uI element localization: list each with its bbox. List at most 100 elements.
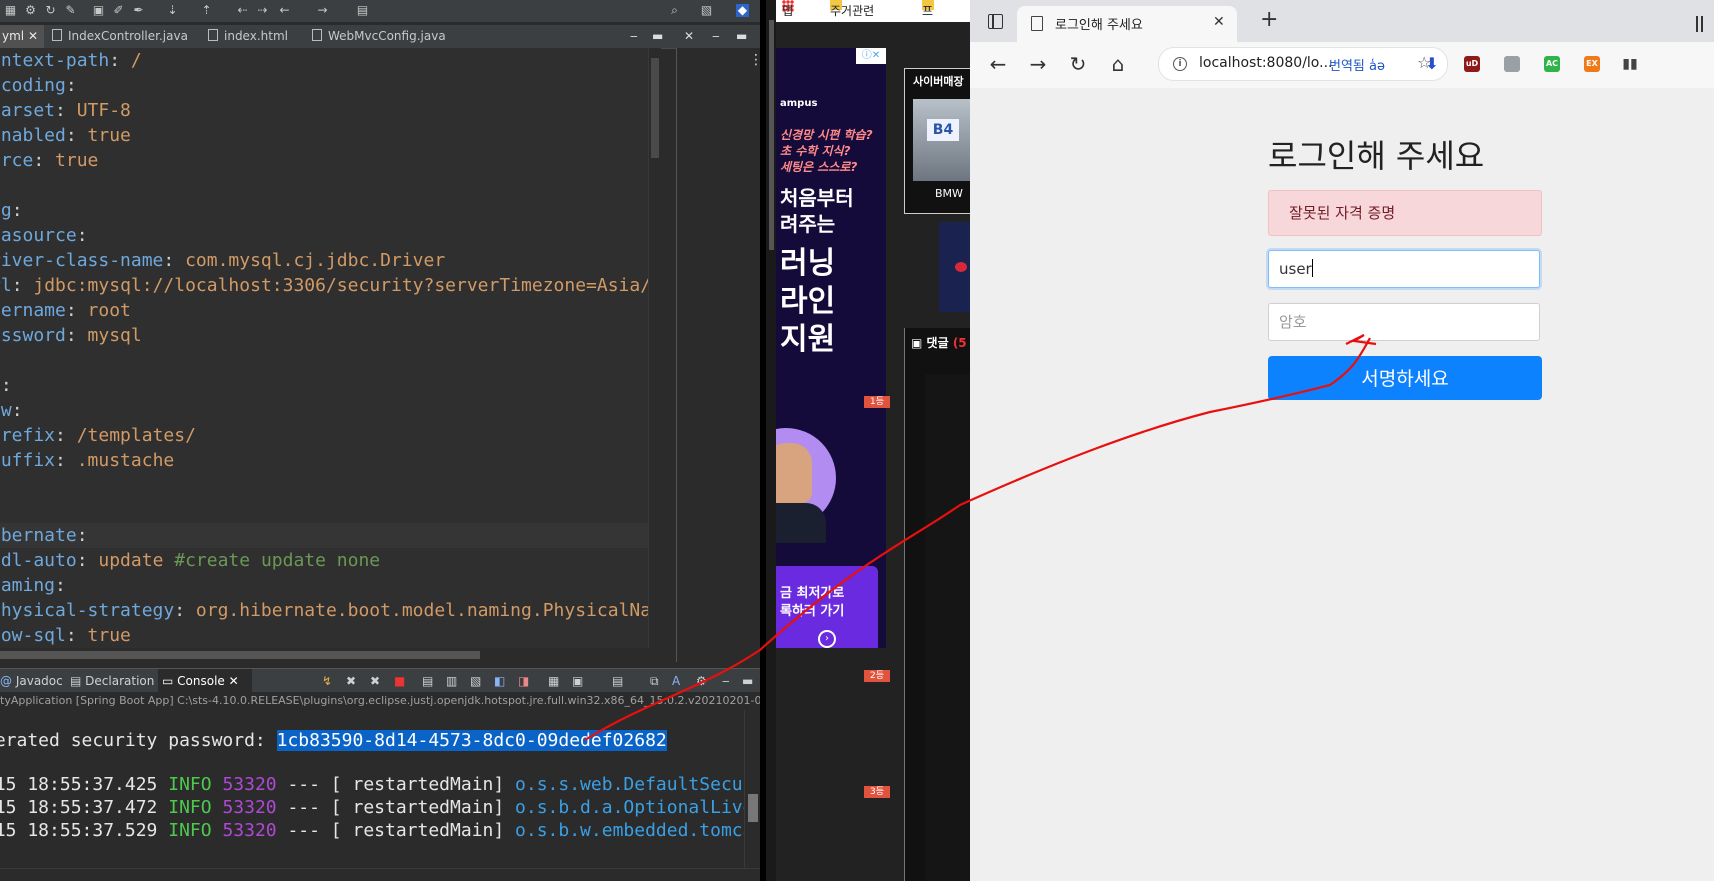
more-menu-icon[interactable]: ⋮ [749, 52, 760, 68]
ublock-icon[interactable]: uD [1464, 56, 1480, 72]
show-stdout-icon[interactable]: ◧ [494, 669, 505, 693]
relaunch-icon[interactable]: ↯ [322, 669, 332, 693]
colon: : [65, 625, 77, 646]
promo-card[interactable] [939, 222, 970, 312]
page-scrollbar[interactable] [766, 0, 776, 881]
tab-application-yml[interactable]: yml ✕ [0, 25, 44, 48]
tab-index-html[interactable]: index.html [208, 25, 288, 48]
password-line: nerated security password: 1cb83590-8d14… [0, 728, 667, 754]
tab-webmvcconfig[interactable]: WebMvcConfig.java [312, 25, 446, 48]
minimize-icon[interactable]: ‒ [630, 29, 638, 43]
maximize-icon[interactable]: ▬ [736, 29, 747, 43]
code-line: how-sql: true [0, 623, 131, 648]
console-vertical-scrollbar[interactable] [744, 710, 760, 868]
password-input[interactable]: 암호 [1268, 303, 1540, 341]
generated-password[interactable]: 1cb83590-8d14-4573-8dc0-09dedef02682 [276, 730, 667, 751]
sign-in-button[interactable]: 서명하세요 [1268, 356, 1542, 400]
log-pid: 53320 [222, 820, 277, 841]
toolbar-pin-icon[interactable]: ▤ [356, 4, 369, 17]
close-icon[interactable]: ✕ [28, 29, 38, 43]
minimize-icon[interactable]: ‒ [712, 29, 720, 43]
settings-gear-icon[interactable]: ⚙ [696, 669, 707, 693]
code-line: naming: [0, 573, 66, 598]
scroll-thumb[interactable] [0, 651, 480, 659]
maximize-icon[interactable]: ▬ [652, 29, 663, 43]
forward-arrow-icon[interactable]: → [1026, 52, 1050, 76]
toolbar-tools-icon[interactable]: ✎ [64, 4, 77, 17]
scroll-lock-icon[interactable]: ▥ [446, 669, 457, 693]
colon: : [65, 125, 77, 146]
toolbar-folder-icon[interactable]: ▣ [92, 4, 105, 17]
scroll-thumb[interactable] [748, 794, 758, 822]
toolbar-last-edit-icon[interactable]: ⇠ [236, 4, 249, 17]
ad-text: 처음부터 [780, 186, 854, 210]
scroll-thumb[interactable] [769, 20, 774, 250]
copy-icon[interactable]: ⧉ [650, 669, 659, 693]
remove-launch-icon[interactable]: ✖ [346, 669, 356, 693]
remove-all-icon[interactable]: ✖ [370, 669, 380, 693]
toolbar-next-annotation-icon[interactable]: ⇣ [166, 4, 179, 17]
yaml-key: sername [0, 300, 66, 321]
close-icon[interactable]: ✕ [1213, 14, 1225, 30]
show-stderr-icon[interactable]: ◨ [518, 669, 529, 693]
tab-console[interactable]: ▭ Console ✕ [158, 669, 252, 693]
back-arrow-icon[interactable]: ← [986, 52, 1010, 76]
console-output[interactable]: nerated security password: 1cb83590-8d14… [0, 710, 744, 870]
console-horizontal-scrollbar[interactable] [0, 868, 760, 881]
open-console-icon[interactable]: ▤ [612, 669, 623, 693]
close-icon[interactable]: ✕ [684, 29, 694, 43]
browser-tab[interactable]: 로그인해 주세요 ✕ [1017, 6, 1237, 42]
minimize-icon[interactable]: ‒ [722, 669, 730, 693]
yaml-value: com.mysql.cj.jdbc.Driver [174, 250, 446, 271]
ad-banner[interactable]: ⓘ✕ ampus 신경망 시편 학습? 초 수학 지식? 세팅은 스스로? 처음… [776, 48, 886, 648]
info-icon[interactable]: i [1173, 57, 1187, 71]
toolbar-brush-icon[interactable]: ✒ [132, 4, 145, 17]
toolbar-back-icon[interactable]: ← [278, 4, 291, 17]
colon: : [76, 225, 88, 246]
toolbar-forward-icon[interactable]: → [316, 4, 329, 17]
tab-indexcontroller[interactable]: IndexController.java [52, 25, 188, 48]
more-extensions-icon[interactable]: ▮▮ [1622, 56, 1638, 72]
maximize-icon[interactable]: ▬ [742, 669, 753, 693]
translate-indicator[interactable]: 번역됨 a͑ə [1329, 55, 1385, 74]
url-text[interactable]: localhost:8080/lo... [1199, 55, 1332, 71]
download-arrow-icon[interactable]: ⬇ [1424, 56, 1440, 72]
clear-console-icon[interactable]: ▤ [422, 669, 433, 693]
ansi-icon[interactable]: A [672, 669, 680, 693]
card-caption: BMW [935, 187, 963, 200]
workspaces-icon[interactable] [988, 14, 1003, 29]
home-icon[interactable]: ⌂ [1106, 52, 1130, 76]
ex-ext-icon[interactable]: EX [1584, 56, 1600, 72]
ac-ext-icon[interactable]: AC [1544, 56, 1560, 72]
editor-vertical-scrollbar[interactable] [648, 48, 661, 648]
search-icon[interactable]: ⌕ [668, 4, 681, 17]
toolbar-edit-icon[interactable]: ✐ [112, 4, 125, 17]
new-tab-icon[interactable]: + [1260, 8, 1278, 32]
toolbar-forward-edit-icon[interactable]: ⇢ [256, 4, 269, 17]
perspective-icon[interactable]: ▧ [700, 4, 713, 17]
username-input[interactable]: user [1268, 250, 1540, 288]
toolbar-prev-annotation-icon[interactable]: ⇡ [200, 4, 213, 17]
tab-declaration[interactable]: ▤ Declaration [70, 669, 156, 693]
ad-choices-icon[interactable]: ⓘ✕ [856, 48, 886, 64]
address-bar[interactable]: i localhost:8080/lo... 번역됨 a͑ə ☆ [1158, 47, 1448, 81]
toolbar-build-icon[interactable]: ⚙ [24, 4, 37, 17]
display-console-icon[interactable]: ▣ [572, 669, 583, 693]
tab-javadoc[interactable]: @ Javadoc [0, 669, 63, 693]
product-card[interactable]: 사이버매장 B4 BMW [904, 68, 970, 214]
profile-ext-icon[interactable] [1504, 56, 1520, 72]
code-editor[interactable]: ontext-path: /ncoding:harset: UTF-8enabl… [0, 48, 648, 648]
reload-icon[interactable]: ↻ [1066, 52, 1090, 76]
ad-cta-button[interactable]: 금 최저가로 록하러 가기 › [776, 566, 878, 648]
yaml-key: suffix [0, 450, 56, 471]
toolbar-grid-icon[interactable]: ▦ [4, 4, 17, 17]
word-wrap-icon[interactable]: ▧ [470, 669, 481, 693]
terminate-icon[interactable]: ■ [394, 669, 405, 693]
close-icon[interactable]: ✕ [229, 674, 239, 688]
scroll-thumb[interactable] [651, 58, 659, 158]
pin-console-icon[interactable]: ▦ [548, 669, 559, 693]
toolbar-refresh-icon[interactable]: ↻ [44, 4, 57, 17]
spring-perspective-icon[interactable]: ◆ [736, 4, 749, 17]
editor-horizontal-scrollbar[interactable] [0, 648, 660, 662]
colon: : [11, 275, 23, 296]
